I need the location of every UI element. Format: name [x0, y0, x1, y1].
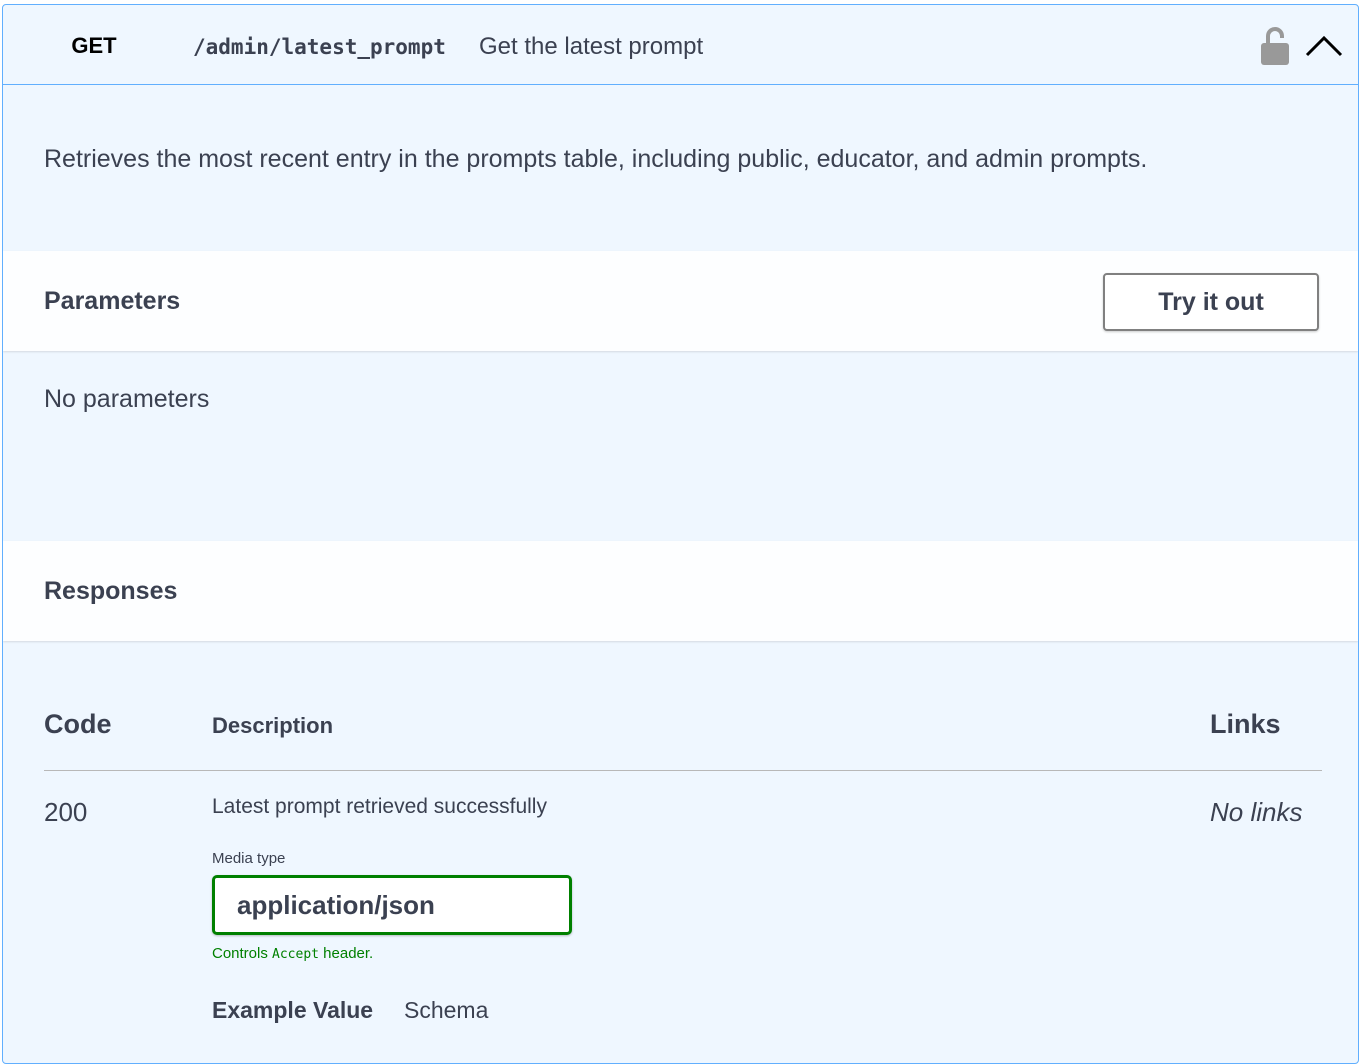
responses-header: Responses	[3, 541, 1358, 641]
operation-description: Retrieves the most recent entry in the p…	[44, 145, 1148, 173]
column-header-description: Description	[212, 713, 334, 738]
endpoint-path: /admin/latest_prompt	[193, 35, 446, 59]
try-it-out-button[interactable]: Try it out	[1103, 273, 1319, 331]
no-parameters-text: No parameters	[44, 385, 210, 413]
tab-example-value[interactable]: Example Value	[212, 997, 373, 1024]
endpoint-summary: Get the latest prompt	[479, 33, 704, 60]
response-links: No links	[1210, 797, 1303, 827]
operation-summary[interactable]: GET /admin/latest_prompt Get the latest …	[3, 5, 1358, 85]
http-method: GET	[71, 33, 117, 58]
chevron-up-icon[interactable]	[1303, 29, 1345, 61]
column-header-code: Code	[44, 709, 112, 739]
parameters-header: Parameters Try it out	[3, 251, 1358, 351]
response-code: 200	[44, 797, 88, 827]
accept-header-code: Accept	[272, 947, 319, 962]
responses-title: Responses	[44, 577, 178, 605]
unlocked-padlock-icon[interactable]	[1259, 25, 1291, 65]
operation-block: GET /admin/latest_prompt Get the latest …	[2, 4, 1359, 1064]
media-type-label: Media type	[212, 850, 286, 867]
media-type-select[interactable]: application/json	[212, 875, 572, 935]
controls-accept-note: Controls Accept header.	[212, 945, 373, 962]
response-description: Latest prompt retrieved successfully	[212, 795, 547, 818]
controls-suffix: header.	[323, 945, 374, 962]
table-divider	[44, 770, 1322, 771]
tab-schema[interactable]: Schema	[404, 997, 488, 1024]
controls-prefix: Controls	[212, 945, 268, 962]
column-header-links: Links	[1210, 709, 1281, 739]
parameters-title: Parameters	[44, 287, 181, 315]
